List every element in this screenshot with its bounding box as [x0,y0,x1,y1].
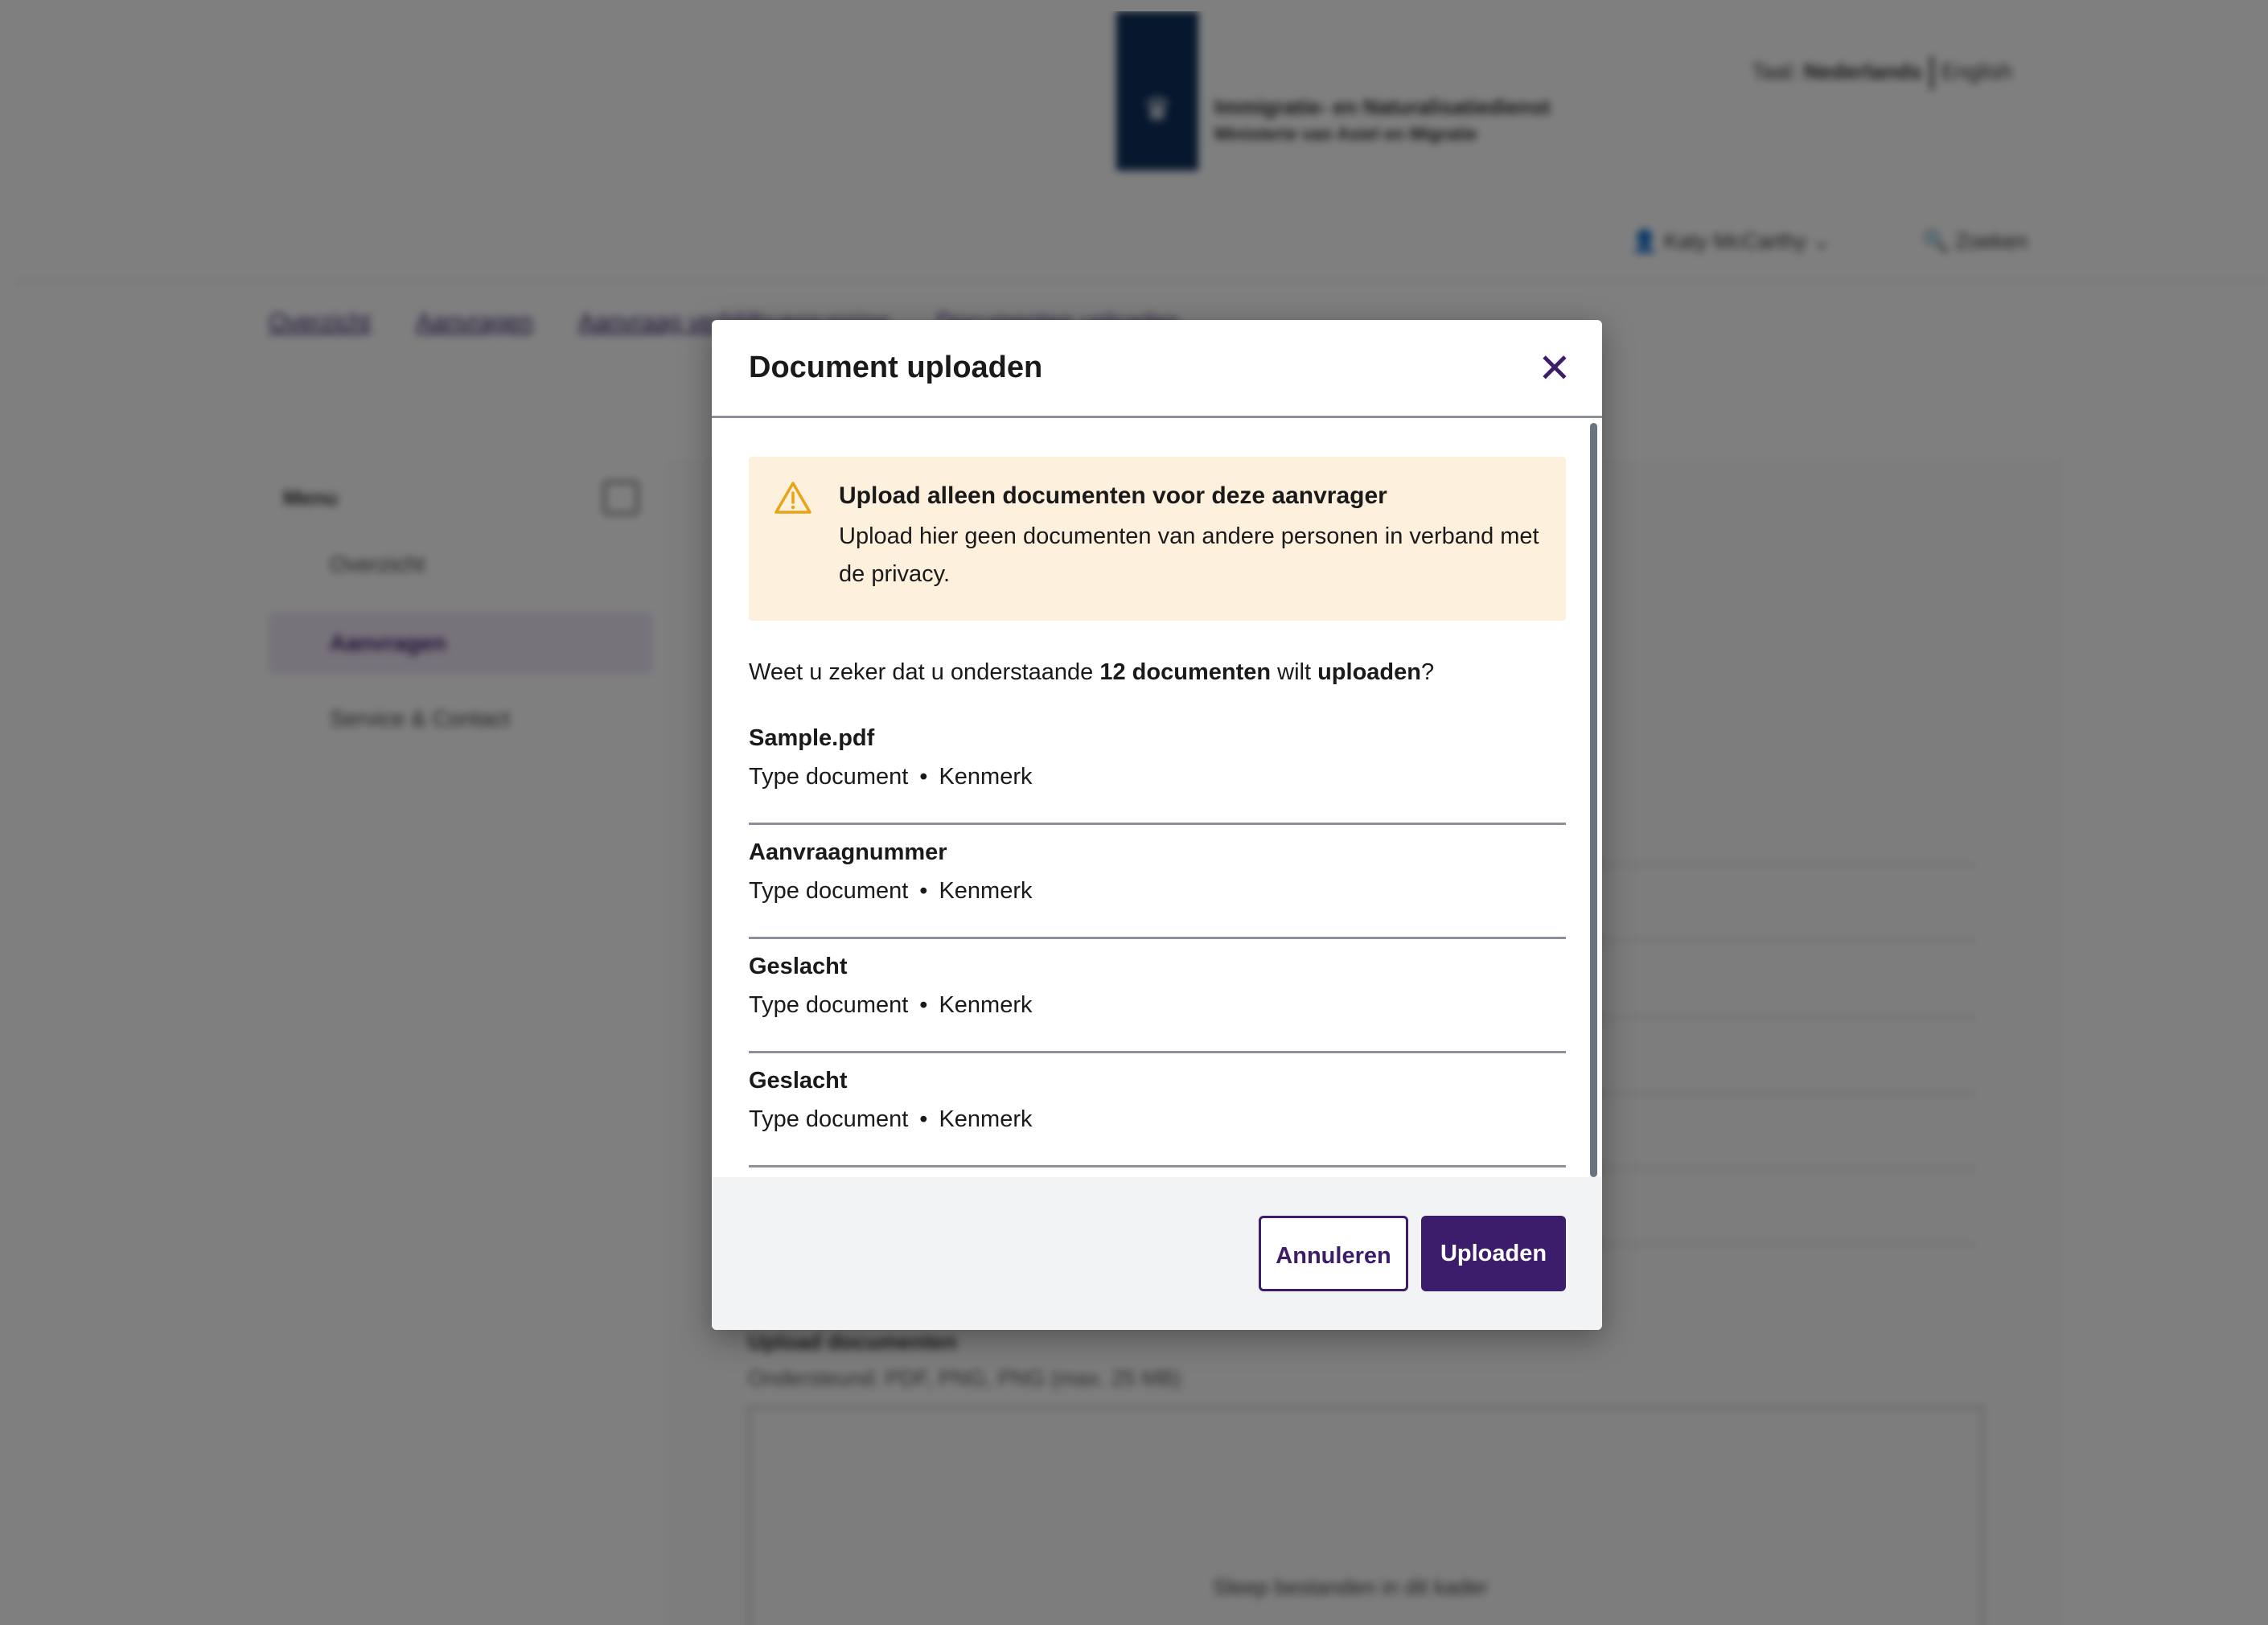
upload-dialog: Document uploaden ✕ Upload alleen docume… [712,320,1602,1330]
cancel-button[interactable]: Annuleren [1259,1216,1408,1291]
document-ref: Kenmerk [939,1106,1033,1132]
confirm-action: uploaden [1317,659,1421,685]
alert-text: Upload hier geen documenten van andere p… [839,523,1539,587]
document-ref: Kenmerk [939,992,1033,1018]
dialog-footer: Annuleren Uploaden [712,1177,1602,1330]
list-item: Aanvraagnummer Type document • Kenmerk [749,825,1566,939]
dialog-body[interactable]: Upload alleen documenten voor deze aanvr… [712,418,1602,1177]
document-name: Geslacht [749,1068,848,1094]
dialog-title: Document uploaden [749,351,1043,384]
document-type: Type document [749,878,909,904]
confirm-prefix: Weet u zeker dat u onderstaande [749,659,1100,685]
document-type: Type document [749,764,909,790]
document-name: Geslacht [749,954,848,979]
warning-icon [774,482,811,514]
list-item: Geslacht Type document • Kenmerk [749,1053,1566,1167]
confirm-count: 12 documenten [1099,659,1272,685]
warning-alert: Upload alleen documenten voor deze aanvr… [749,457,1566,621]
confirm-middle: wilt [1271,659,1318,685]
dialog-scrollbar[interactable] [1590,423,1597,1177]
list-item: Geslacht Type document • Kenmerk [749,939,1566,1053]
document-type: Type document [749,992,909,1018]
document-meta: Type document • Kenmerk [749,1106,1033,1132]
document-ref: Kenmerk [939,878,1033,904]
list-item: Sample.pdf Type document • Kenmerk [749,711,1566,825]
alert-title: Upload alleen documenten voor deze aanvr… [839,482,1387,509]
document-meta: Type document • Kenmerk [749,992,1033,1018]
confirm-suffix: ? [1420,659,1435,685]
document-type: Type document [749,1106,909,1132]
close-icon[interactable]: ✕ [1534,347,1576,389]
dialog-header: Document uploaden ✕ [712,320,1602,418]
document-meta: Type document • Kenmerk [749,764,1033,790]
document-ref: Kenmerk [939,764,1033,790]
document-meta: Type document • Kenmerk [749,878,1033,904]
upload-button[interactable]: Uploaden [1421,1216,1566,1291]
document-name: Aanvraagnummer [749,839,947,865]
confirm-text: Weet u zeker dat u onderstaande 12 docum… [749,659,1434,686]
document-name: Sample.pdf [749,725,875,751]
